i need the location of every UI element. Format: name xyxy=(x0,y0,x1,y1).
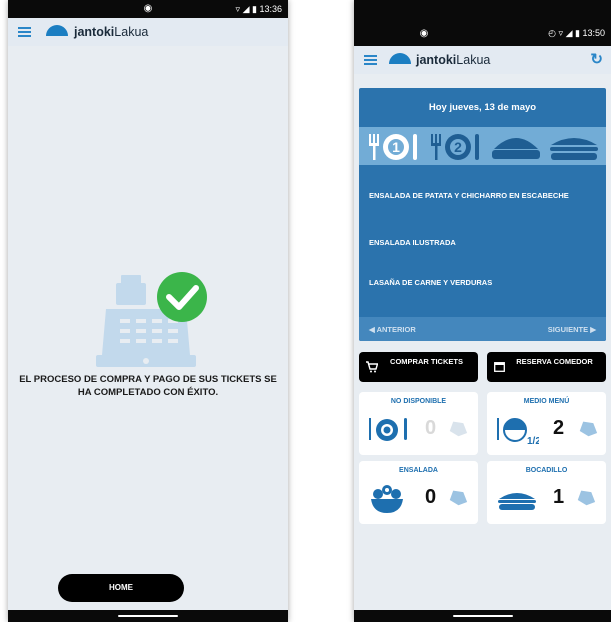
dish-item: LASAÑA DE CARNE Y VERDURAS xyxy=(369,278,493,287)
day-navigation: ◀ ANTERIOR SIGUIENTE ▶ xyxy=(359,317,606,341)
ticket-type-label: BOCADILLO xyxy=(525,467,568,474)
sandwich-icon[interactable] xyxy=(550,138,598,160)
logo-icon xyxy=(46,25,68,36)
salad-icon xyxy=(371,485,403,513)
app-logo-text: jantokiLakua xyxy=(416,53,491,67)
ticket-count: 1 xyxy=(553,486,565,508)
ticket-icon xyxy=(579,421,598,437)
ticket-tile-salad[interactable]: ENSALADA 0 xyxy=(359,461,478,524)
right-phone-screen: ◉ ◴ ▿ ◢ ▮ 13:50 jantokiLakua ↻ Hoy jueve… xyxy=(354,0,611,622)
half-menu-icon: 1/2 xyxy=(497,418,539,446)
calendar-icon xyxy=(494,362,505,372)
status-bar: ◉ ▿ ◢ ▮ 13:36 xyxy=(8,0,288,18)
gesture-bar xyxy=(354,610,611,622)
success-message: EL PROCESO DE COMPRA Y PAGO DE SUS TICKE… xyxy=(19,374,277,398)
dish-item: ENSALADA DE PATATA Y CHICHARRO EN ESCABE… xyxy=(369,191,569,200)
hamburger-menu-icon[interactable] xyxy=(364,55,377,65)
ticket-tile-half-menu[interactable]: MEDIO MENÚ 1/2 2 xyxy=(487,392,606,455)
app-header: jantokiLakua ↻ xyxy=(354,46,611,74)
ticket-count: 2 xyxy=(553,417,565,439)
refresh-icon[interactable]: ↻ xyxy=(590,50,603,68)
signal-icons: ▿ ◢ ▮ xyxy=(558,28,580,38)
hamburger-menu-icon[interactable] xyxy=(18,27,31,37)
second-course-number: 2 xyxy=(454,139,462,155)
cart-icon xyxy=(366,361,378,373)
ticket-type-label: MEDIO MENÚ xyxy=(523,398,570,405)
status-bar: ◉ ◴ ▿ ◢ ▮ 13:50 xyxy=(354,0,611,46)
ticket-icon xyxy=(449,490,468,506)
logo-icon xyxy=(389,53,411,64)
ticket-tile-unavailable[interactable]: NO DISPONIBLE 0 xyxy=(359,392,478,455)
ticket-count: 0 xyxy=(425,417,437,439)
half-portion-label: 1/2 xyxy=(527,436,539,446)
ticket-icon xyxy=(577,490,596,506)
first-course-number: 1 xyxy=(392,139,400,155)
app-header: jantokiLakua xyxy=(8,18,288,46)
menu-date-heading: Hoy jueves, 13 de mayo xyxy=(428,102,537,113)
ticket-count: 0 xyxy=(425,486,437,508)
dessert-icon[interactable] xyxy=(492,138,540,159)
app-status-icon: ◉ xyxy=(419,28,429,39)
left-phone-screen: ◉ ▿ ◢ ▮ 13:36 jantokiLakua EL PROCESO DE… xyxy=(8,0,288,622)
sandwich-icon xyxy=(498,493,536,510)
ticket-type-label: NO DISPONIBLE xyxy=(390,398,447,405)
ticket-tile-sandwich[interactable]: BOCADILLO 1 xyxy=(487,461,606,524)
alarm-icon: ◴ xyxy=(548,28,557,38)
ticket-type-label: ENSALADA xyxy=(399,467,438,474)
menu-type-icons: 1 2 xyxy=(359,127,606,165)
cash-register-success-icon xyxy=(96,272,207,367)
app-status-icon: ◉ xyxy=(143,3,153,14)
gesture-bar xyxy=(8,610,288,622)
clock-time: 13:36 xyxy=(259,4,282,14)
daily-menu-card: Hoy jueves, 13 de mayo 1 2 ENSALADA DE P… xyxy=(359,88,606,341)
next-day-button[interactable]: SIGUIENTE ▶ xyxy=(548,325,596,334)
signal-icons: ▿ ◢ ▮ xyxy=(235,4,257,14)
buy-tickets-button[interactable]: COMPRAR TICKETS xyxy=(359,352,478,382)
app-logo-text: jantokiLakua xyxy=(74,25,149,39)
full-menu-icon xyxy=(369,418,407,441)
dish-item: ENSALADA ILUSTRADA xyxy=(369,238,456,247)
previous-day-button[interactable]: ◀ ANTERIOR xyxy=(369,325,416,334)
ticket-icon xyxy=(449,421,468,437)
home-button[interactable]: HOME xyxy=(58,574,184,602)
reserve-dining-button[interactable]: RESERVA COMEDOR xyxy=(487,352,606,382)
clock-time: 13:50 xyxy=(582,28,605,38)
